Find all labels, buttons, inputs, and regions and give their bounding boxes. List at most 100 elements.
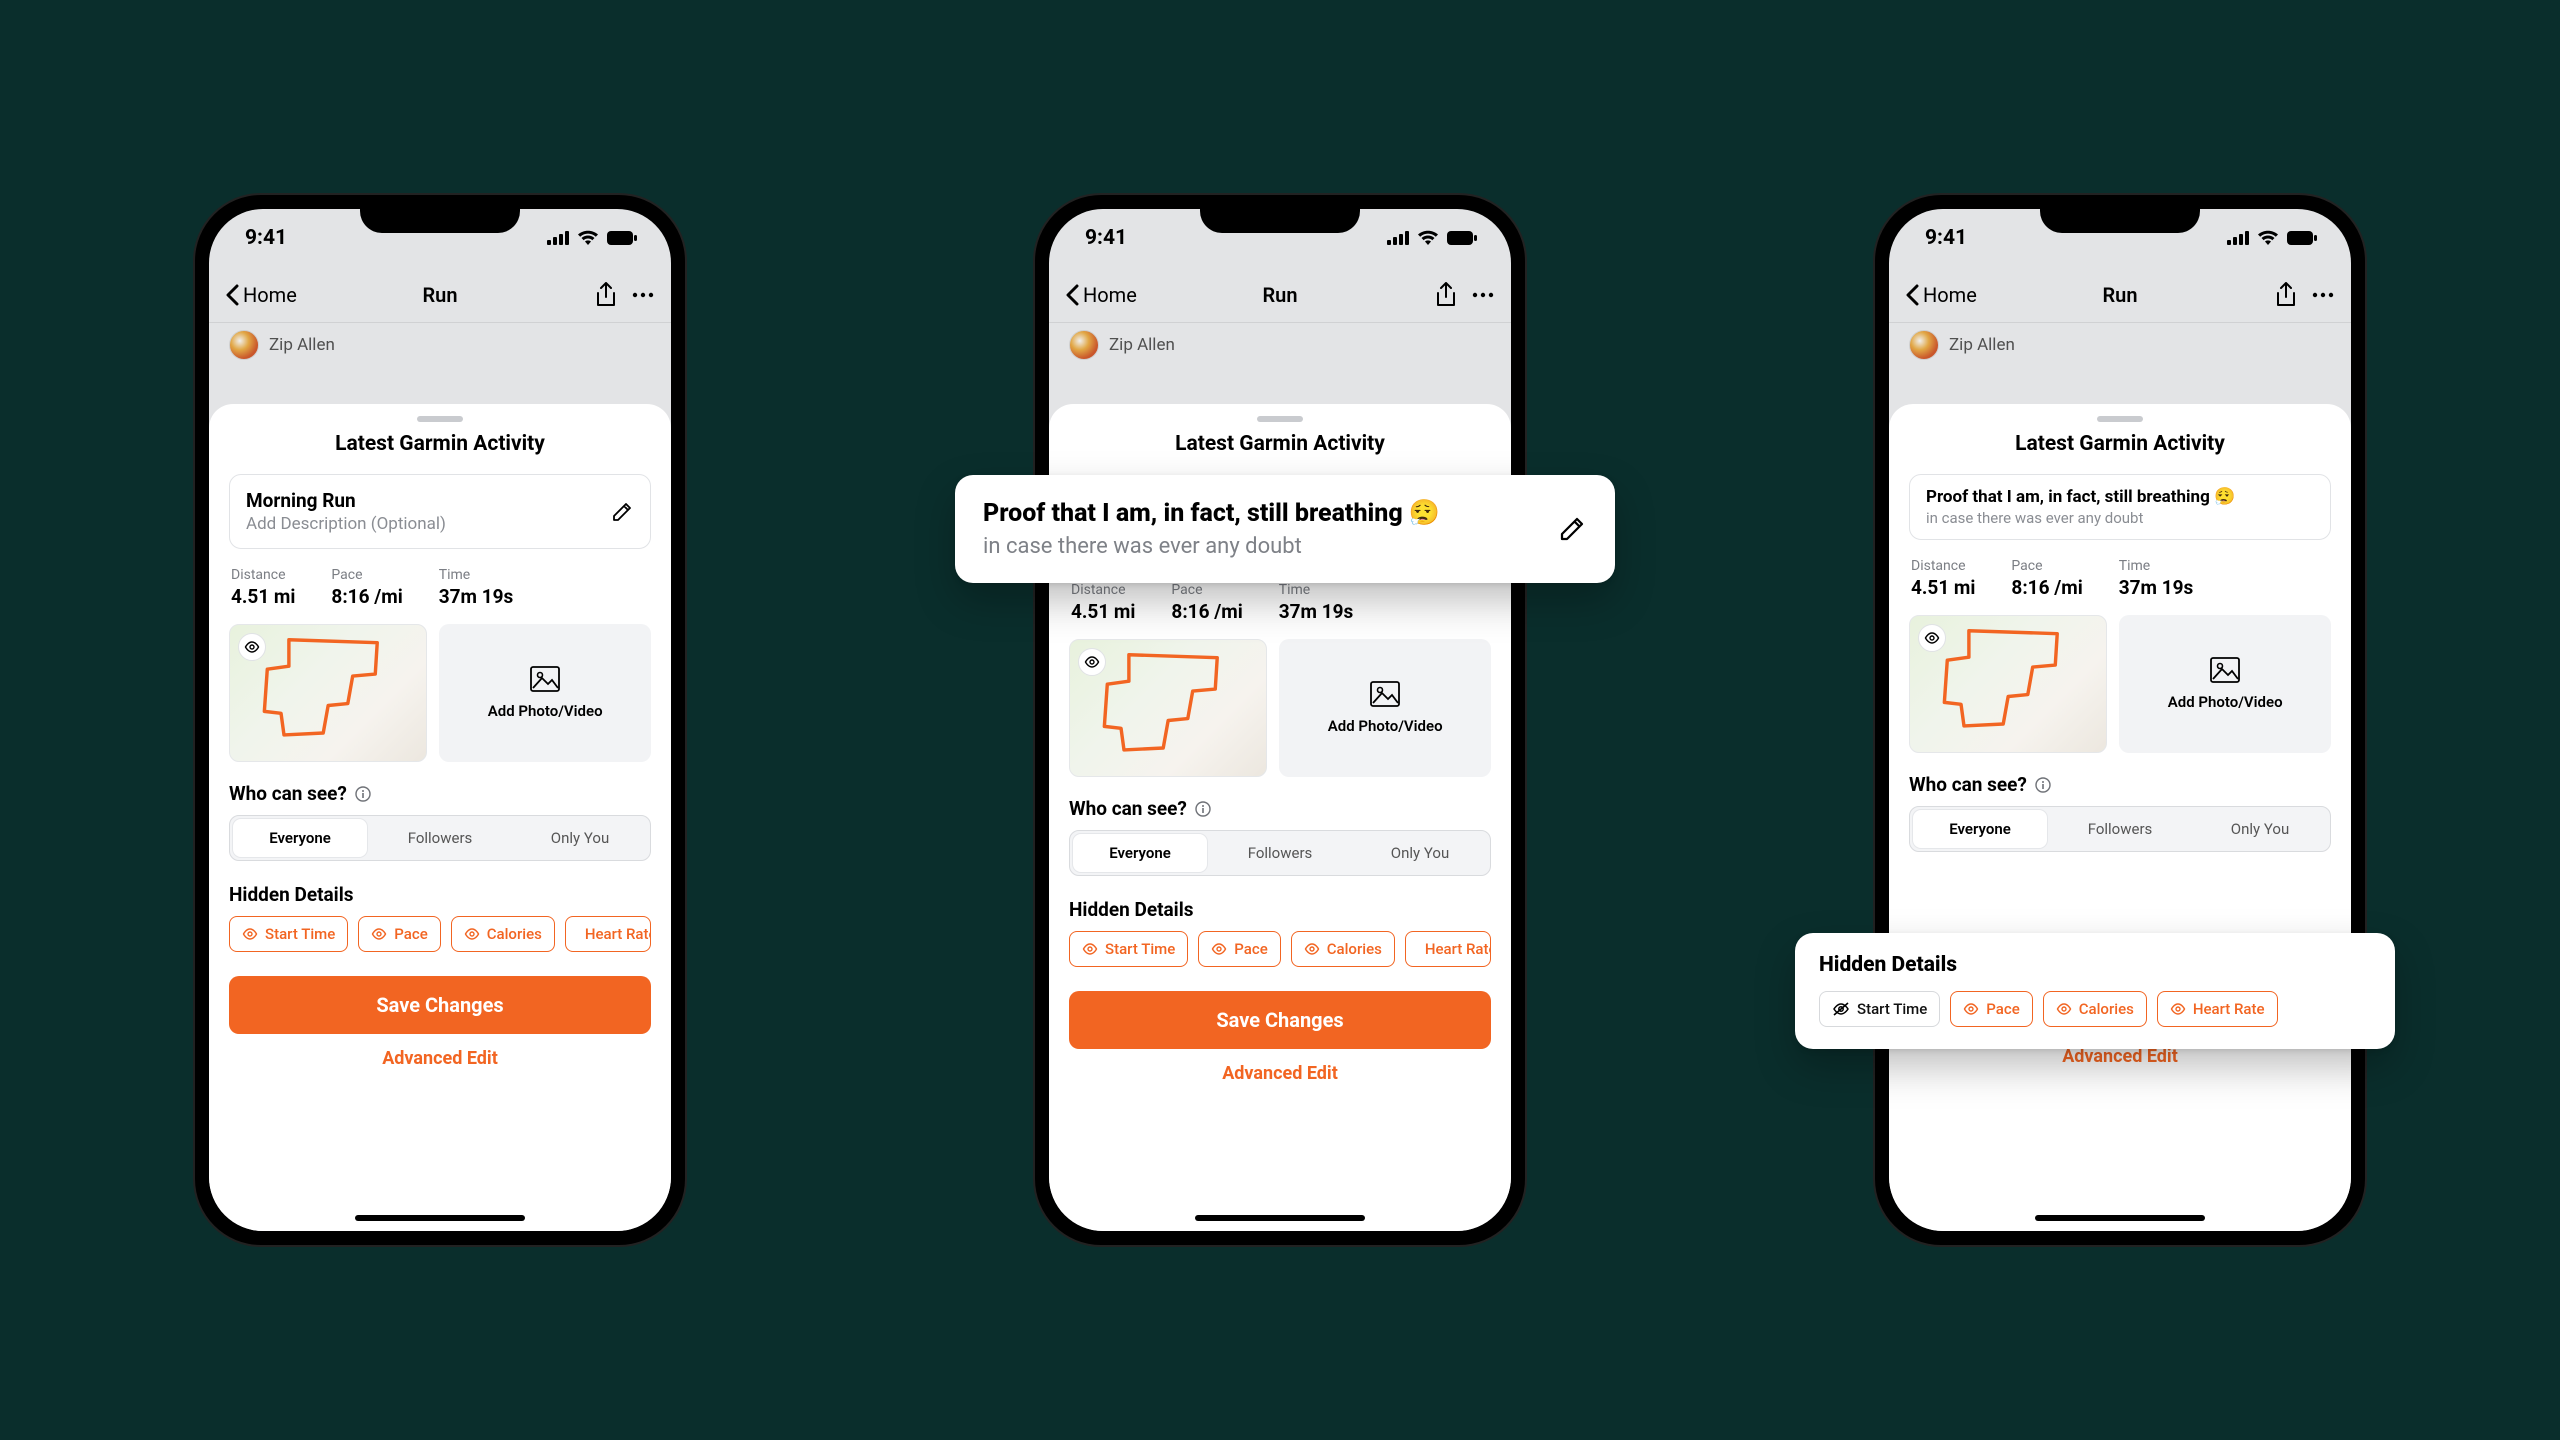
- chip-pace[interactable]: Pace: [1950, 991, 2032, 1027]
- eye-icon: [1963, 1003, 1979, 1015]
- share-icon[interactable]: [1435, 282, 1457, 308]
- info-icon[interactable]: [2035, 777, 2051, 793]
- chip-start-time[interactable]: Start Time: [1069, 931, 1188, 967]
- back-button[interactable]: Home: [1905, 283, 2048, 307]
- share-icon[interactable]: [595, 282, 617, 308]
- visibility-segmented[interactable]: Everyone Followers Only You: [1069, 830, 1491, 876]
- visibility-segmented[interactable]: Everyone Followers Only You: [229, 815, 651, 861]
- hidden-details-chips: Start Time Pace Calories Heart Rate: [229, 916, 651, 952]
- add-media-button[interactable]: Add Photo/Video: [1279, 639, 1491, 777]
- chip-start-time[interactable]: Start Time: [229, 916, 348, 952]
- eye-icon: [371, 928, 387, 940]
- add-media-button[interactable]: Add Photo/Video: [2119, 615, 2331, 753]
- notch: [1200, 195, 1360, 233]
- activity-title-card-expanded[interactable]: Proof that I am, in fact, still breathin…: [955, 475, 1615, 583]
- back-button[interactable]: Home: [225, 283, 368, 307]
- seg-followers[interactable]: Followers: [1210, 834, 1350, 872]
- chip-calories[interactable]: Calories: [2043, 991, 2147, 1027]
- sheet-grabber[interactable]: [2097, 416, 2143, 422]
- phone-mockup-3: 9:41 Home Run Zip: [1875, 195, 2365, 1245]
- hidden-details-card-expanded: Hidden Details Start Time Pace Calories …: [1795, 933, 2395, 1049]
- share-icon[interactable]: [2275, 282, 2297, 308]
- info-icon[interactable]: [1195, 801, 1211, 817]
- activity-description: in case there was ever any doubt: [1926, 509, 2314, 527]
- map-thumbnail[interactable]: [229, 624, 427, 762]
- map-thumbnail[interactable]: [1909, 615, 2107, 753]
- chip-start-time-selected[interactable]: Start Time: [1819, 991, 1940, 1027]
- eye-icon: [2170, 1003, 2186, 1015]
- stat-pace: Pace8:16 /mi: [331, 567, 402, 608]
- home-indicator[interactable]: [1195, 1215, 1365, 1221]
- sheet-grabber[interactable]: [417, 416, 463, 422]
- advanced-edit-link[interactable]: Advanced Edit: [1069, 1063, 1491, 1084]
- more-icon[interactable]: [631, 291, 655, 299]
- sheet-title: Latest Garmin Activity: [229, 432, 651, 456]
- add-media-button[interactable]: Add Photo/Video: [439, 624, 651, 762]
- info-icon[interactable]: [355, 786, 371, 802]
- chip-heart-rate[interactable]: Heart Rate: [1405, 931, 1491, 967]
- seg-followers[interactable]: Followers: [2050, 810, 2190, 848]
- sheet-title: Latest Garmin Activity: [1909, 432, 2331, 456]
- visibility-label: Who can see?: [1069, 797, 1491, 820]
- sheet-grabber[interactable]: [1257, 416, 1303, 422]
- image-icon: [1370, 681, 1400, 707]
- screen: 9:41 Home Run Zip: [1889, 209, 2351, 1231]
- status-time: 9:41: [1925, 226, 1967, 250]
- phone-mockup-1: 9:41 Home Run Z: [195, 195, 685, 1245]
- back-button[interactable]: Home: [1065, 283, 1208, 307]
- eye-icon: [242, 928, 258, 940]
- signal-icon: [2227, 231, 2249, 245]
- image-icon: [2210, 657, 2240, 683]
- activity-stats: Distance4.51 mi Pace8:16 /mi Time37m 19s: [1909, 558, 2331, 599]
- save-button[interactable]: Save Changes: [229, 976, 651, 1034]
- activity-title-card[interactable]: Morning Run Add Description (Optional): [229, 474, 651, 549]
- eye-icon: [1304, 943, 1320, 955]
- advanced-edit-link[interactable]: Advanced Edit: [1909, 1046, 2331, 1067]
- chip-calories[interactable]: Calories: [1291, 931, 1395, 967]
- visibility-toggle[interactable]: [238, 633, 266, 661]
- activity-title: Morning Run: [246, 489, 598, 512]
- seg-everyone[interactable]: Everyone: [1913, 810, 2047, 848]
- edit-icon[interactable]: [1557, 514, 1587, 544]
- seg-everyone[interactable]: Everyone: [233, 819, 367, 857]
- seg-everyone[interactable]: Everyone: [1073, 834, 1207, 872]
- chip-pace[interactable]: Pace: [358, 916, 440, 952]
- avatar: [1069, 330, 1099, 360]
- avatar: [229, 330, 259, 360]
- activity-sheet: Latest Garmin Activity Morning Run Add D…: [209, 404, 671, 1231]
- seg-only-you[interactable]: Only You: [2190, 810, 2330, 848]
- visibility-toggle[interactable]: [1918, 624, 1946, 652]
- visibility-segmented[interactable]: Everyone Followers Only You: [1909, 806, 2331, 852]
- chip-heart-rate[interactable]: Heart Rate: [2157, 991, 2278, 1027]
- home-indicator[interactable]: [2035, 1215, 2205, 1221]
- seg-only-you[interactable]: Only You: [1350, 834, 1490, 872]
- signal-icon: [1387, 231, 1409, 245]
- map-thumbnail[interactable]: [1069, 639, 1267, 777]
- seg-only-you[interactable]: Only You: [510, 819, 650, 857]
- home-indicator[interactable]: [355, 1215, 525, 1221]
- eye-icon: [1211, 943, 1227, 955]
- more-icon[interactable]: [2311, 291, 2335, 299]
- visibility-toggle[interactable]: [1078, 648, 1106, 676]
- eye-icon: [2056, 1003, 2072, 1015]
- user-name: Zip Allen: [269, 335, 335, 355]
- seg-followers[interactable]: Followers: [370, 819, 510, 857]
- wifi-icon: [1417, 230, 1439, 246]
- chip-heart-rate[interactable]: Heart Rate: [565, 916, 651, 952]
- status-icons: [547, 230, 637, 246]
- hidden-details-chips: Start Time Pace Calories Heart Rate: [1069, 931, 1491, 967]
- save-button[interactable]: Save Changes: [1069, 991, 1491, 1049]
- activity-title-card[interactable]: Proof that I am, in fact, still breathin…: [1909, 474, 2331, 540]
- user-row: Zip Allen: [1049, 323, 1511, 367]
- chevron-left-icon: [1905, 284, 1919, 306]
- chip-pace[interactable]: Pace: [1198, 931, 1280, 967]
- hidden-details-label: Hidden Details: [229, 883, 651, 906]
- chip-calories[interactable]: Calories: [451, 916, 555, 952]
- device-frame: 9:41 Home Run Zip: [1875, 195, 2365, 1245]
- back-label: Home: [243, 283, 297, 307]
- edit-icon[interactable]: [610, 500, 634, 524]
- advanced-edit-link[interactable]: Advanced Edit: [229, 1048, 651, 1069]
- avatar: [1909, 330, 1939, 360]
- sheet-title: Latest Garmin Activity: [1069, 432, 1491, 456]
- more-icon[interactable]: [1471, 291, 1495, 299]
